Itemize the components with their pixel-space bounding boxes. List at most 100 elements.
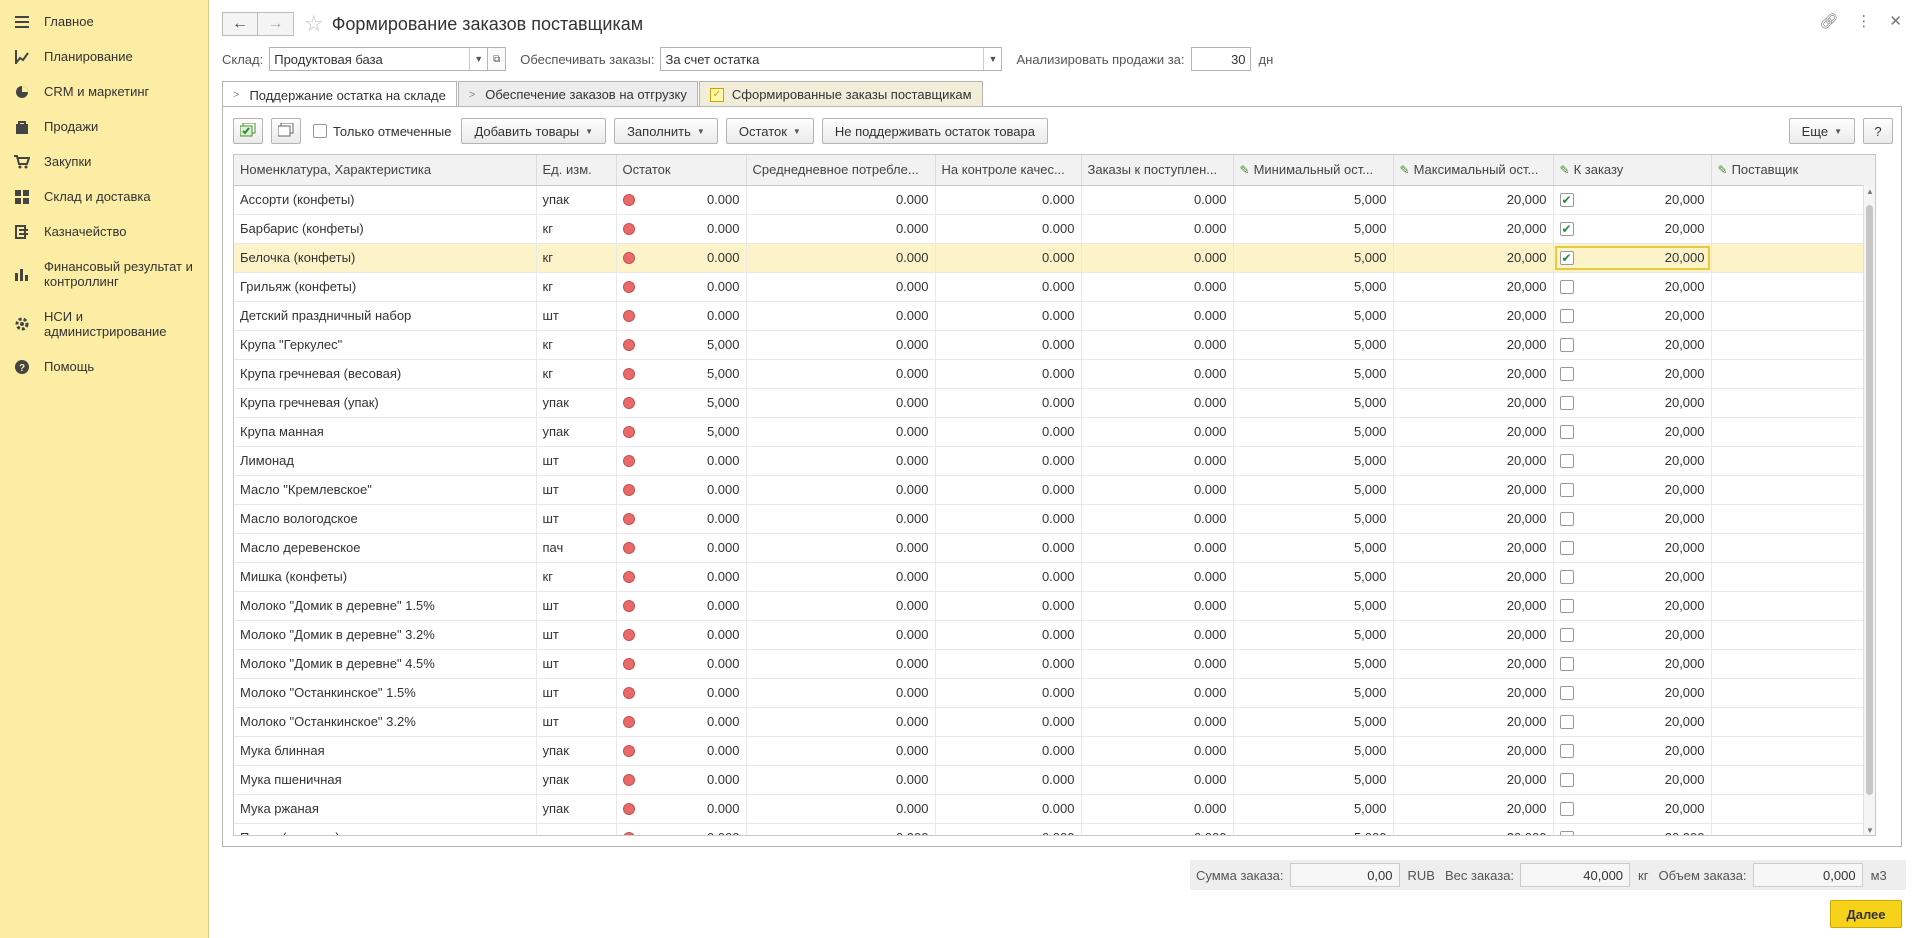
scroll-down-icon[interactable]: ▼ bbox=[1864, 826, 1875, 835]
cell-avg[interactable]: 0.000 bbox=[746, 301, 936, 331]
cell-name[interactable]: Молоко "Останкинское" 3.2% bbox=[234, 707, 537, 737]
warehouse-field[interactable]: Продуктовая база ▼ bbox=[269, 47, 489, 71]
cell-to-order[interactable]: 20,000 bbox=[1553, 272, 1712, 302]
cell-balance[interactable]: 0.000 bbox=[616, 475, 747, 505]
sidebar-item-warehouse[interactable]: Склад и доставка bbox=[0, 179, 208, 214]
cell-unit[interactable]: кг bbox=[536, 562, 617, 592]
cell-avg[interactable]: 0.000 bbox=[746, 591, 936, 621]
cell-orders[interactable]: 0.000 bbox=[1081, 359, 1234, 389]
cell-unit[interactable]: упак bbox=[536, 765, 617, 795]
table-row[interactable]: Молоко "Домик в деревне" 4.5% шт 0.000 0.00… bbox=[234, 649, 1875, 679]
cell-orders[interactable]: 0.000 bbox=[1081, 736, 1234, 766]
cell-min[interactable]: 5,000 bbox=[1233, 243, 1394, 273]
cell-qc[interactable]: 0.000 bbox=[935, 214, 1082, 244]
cell-name[interactable]: Мука ржаная bbox=[234, 794, 537, 824]
col-header-orders[interactable]: Заказы к поступлен... bbox=[1081, 155, 1234, 186]
cell-to-order[interactable]: 20,000 bbox=[1553, 417, 1712, 447]
cell-supplier[interactable] bbox=[1711, 707, 1875, 737]
tab-maintain-balance[interactable]: > Поддержание остатка на складе bbox=[222, 81, 457, 108]
sidebar-item-main[interactable]: Главное bbox=[0, 4, 208, 39]
cell-min[interactable]: 5,000 bbox=[1233, 417, 1394, 447]
cell-min[interactable]: 5,000 bbox=[1233, 446, 1394, 476]
cell-max[interactable]: 20,000 bbox=[1393, 185, 1554, 215]
cell-avg[interactable]: 0.000 bbox=[746, 736, 936, 766]
cell-supplier[interactable] bbox=[1711, 649, 1875, 679]
cell-unit[interactable]: кг bbox=[536, 359, 617, 389]
cell-avg[interactable]: 0.000 bbox=[746, 446, 936, 476]
cell-avg[interactable]: 0.000 bbox=[746, 794, 936, 824]
table-row[interactable]: Барбарис (конфеты) кг 0.000 0.000 0.000 0.000… bbox=[234, 214, 1875, 244]
sidebar-item-purchases[interactable]: Закупки bbox=[0, 144, 208, 179]
cell-min[interactable]: 5,000 bbox=[1233, 533, 1394, 563]
cell-supplier[interactable] bbox=[1711, 243, 1875, 273]
cell-max[interactable]: 20,000 bbox=[1393, 562, 1554, 592]
table-row[interactable]: Лимонад шт 0.000 0.000 0.000 0.000 5,000 20,000… bbox=[234, 446, 1875, 476]
cell-min[interactable]: 5,000 bbox=[1233, 649, 1394, 679]
cell-name[interactable]: Лимонад bbox=[234, 446, 537, 476]
forward-button[interactable]: → bbox=[258, 12, 294, 36]
cell-unit[interactable]: шт bbox=[536, 707, 617, 737]
cell-max[interactable]: 20,000 bbox=[1393, 214, 1554, 244]
table-row[interactable]: Крупа "Геркулес" кг 5,000 0.000 0.000 0.000 5,… bbox=[234, 330, 1875, 360]
cell-min[interactable]: 5,000 bbox=[1233, 678, 1394, 708]
table-row[interactable]: Масло деревенское пач 0.000 0.000 0.000 0.000… bbox=[234, 533, 1875, 563]
table-row[interactable]: Крупа манная упак 5,000 0.000 0.000 0.000 5,00… bbox=[234, 417, 1875, 447]
cell-avg[interactable]: 0.000 bbox=[746, 359, 936, 389]
row-checkbox[interactable] bbox=[1559, 366, 1574, 381]
cell-avg[interactable]: 0.000 bbox=[746, 533, 936, 563]
sidebar-item-crm[interactable]: CRM и маркетинг bbox=[0, 74, 208, 109]
cell-unit[interactable]: кг bbox=[536, 214, 617, 244]
cell-max[interactable]: 20,000 bbox=[1393, 620, 1554, 650]
cell-qc[interactable]: 0.000 bbox=[935, 591, 1082, 621]
cell-supplier[interactable] bbox=[1711, 301, 1875, 331]
cell-max[interactable]: 20,000 bbox=[1393, 794, 1554, 824]
cell-min[interactable]: 5,000 bbox=[1233, 359, 1394, 389]
add-goods-button[interactable]: Добавить товары ▼ bbox=[461, 118, 607, 144]
table-row[interactable]: Принц (печенье)упак0.0000.0000.0000.0005… bbox=[234, 823, 1875, 835]
cell-balance[interactable]: 0.000 bbox=[616, 765, 747, 795]
cell-name[interactable]: Крупа гречневая (весовая) bbox=[234, 359, 537, 389]
row-checkbox[interactable] bbox=[1559, 685, 1574, 700]
cell-name[interactable]: Барбарис (конфеты) bbox=[234, 214, 537, 244]
close-icon[interactable]: ✕ bbox=[1889, 12, 1902, 30]
cell-unit[interactable]: упак bbox=[536, 185, 617, 215]
cell-max[interactable]: 20,000 bbox=[1393, 649, 1554, 679]
cell-balance[interactable]: 0.000 bbox=[616, 649, 747, 679]
chevron-down-icon[interactable]: ▼ bbox=[469, 48, 487, 70]
cell-orders[interactable]: 0.000 bbox=[1081, 243, 1234, 273]
row-checkbox[interactable]: ✔ bbox=[1559, 192, 1574, 207]
fill-button[interactable]: Заполнить ▼ bbox=[614, 118, 718, 144]
row-checkbox[interactable] bbox=[1559, 424, 1574, 439]
cell-max[interactable]: 20,000 bbox=[1393, 243, 1554, 273]
row-checkbox[interactable] bbox=[1559, 830, 1574, 835]
col-header-max[interactable]: ✎ Максимальный ост... bbox=[1393, 155, 1554, 186]
cell-name[interactable]: Мишка (конфеты) bbox=[234, 562, 537, 592]
cell-orders[interactable]: 0.000 bbox=[1081, 533, 1234, 563]
cell-avg[interactable]: 0.000 bbox=[746, 765, 936, 795]
cell-orders[interactable]: 0.000 bbox=[1081, 417, 1234, 447]
cell-supplier[interactable] bbox=[1711, 736, 1875, 766]
tab-provide-orders[interactable]: > Обеспечение заказов на отгрузку bbox=[457, 81, 698, 107]
table-row[interactable]: Молоко "Останкинское" 1.5% шт 0.000 0.000 0.… bbox=[234, 678, 1875, 708]
cell-qc[interactable]: 0.000 bbox=[935, 301, 1082, 331]
cell-to-order[interactable]: 20,000 bbox=[1553, 765, 1712, 795]
cell-supplier[interactable] bbox=[1711, 620, 1875, 650]
scroll-up-icon[interactable]: ▲ bbox=[1864, 187, 1875, 196]
cell-orders[interactable]: 0.000 bbox=[1081, 649, 1234, 679]
table-row[interactable]: Ассорти (конфеты) упак 0.000 0.000 0.000 0.00… bbox=[234, 185, 1875, 215]
cell-avg[interactable]: 0.000 bbox=[746, 185, 936, 215]
table-row[interactable]: Белочка (конфеты) кг 0.000 0.000 0.000 0.000 5… bbox=[234, 243, 1875, 273]
cell-name[interactable]: Белочка (конфеты) bbox=[234, 243, 537, 273]
cell-balance[interactable]: 0.000 bbox=[616, 620, 747, 650]
row-checkbox[interactable] bbox=[1559, 656, 1574, 671]
sidebar-item-planning[interactable]: Планирование bbox=[0, 39, 208, 74]
cell-to-order[interactable]: 20,000 bbox=[1553, 504, 1712, 534]
cell-max[interactable]: 20,000 bbox=[1393, 533, 1554, 563]
cell-name[interactable]: Грильяж (конфеты) bbox=[234, 272, 537, 302]
cell-orders[interactable]: 0.000 bbox=[1081, 823, 1234, 835]
sidebar-item-finance[interactable]: Финансовый результат и контроллинг bbox=[0, 249, 208, 299]
row-checkbox[interactable]: ✔ bbox=[1559, 221, 1574, 236]
cell-to-order[interactable]: 20,000 bbox=[1553, 794, 1712, 824]
cell-balance[interactable]: 0.000 bbox=[616, 533, 747, 563]
cell-supplier[interactable] bbox=[1711, 562, 1875, 592]
